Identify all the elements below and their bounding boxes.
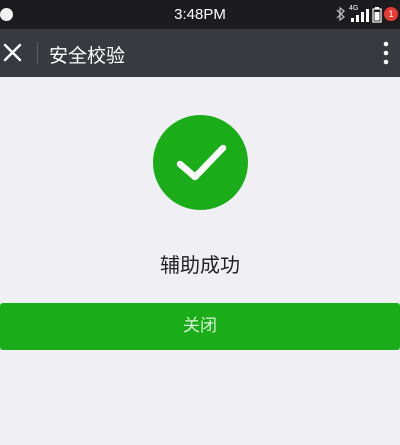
status-bar: 3:48PM 4G 1	[0, 0, 400, 29]
close-icon	[3, 43, 22, 62]
page-title: 安全校验	[49, 45, 126, 67]
more-vertical-icon	[383, 41, 389, 65]
header-divider	[37, 42, 38, 64]
check-circle-icon	[176, 144, 227, 181]
header-bar: 安全校验	[0, 29, 400, 77]
main-content: 辅助成功 关闭	[0, 77, 400, 445]
close-window-button[interactable]	[0, 29, 40, 77]
bluetooth-icon	[336, 6, 345, 22]
success-message: 辅助成功	[160, 253, 240, 277]
success-badge	[153, 115, 248, 210]
signal-icon	[351, 9, 369, 22]
notification-badge: 1	[384, 7, 398, 21]
battery-icon	[372, 7, 382, 23]
close-button[interactable]: 关闭	[0, 303, 400, 350]
more-options-button[interactable]	[374, 29, 400, 77]
status-icons: 4G 1	[336, 4, 400, 24]
